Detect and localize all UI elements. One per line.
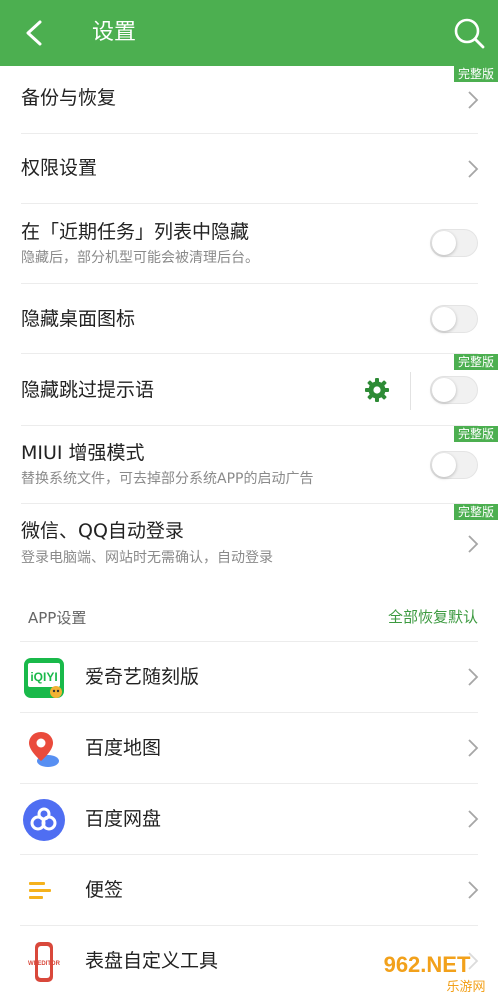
settings-item-description: 替换系统文件，可去掉部分系统APP的启动广告 <box>21 471 314 487</box>
svg-text:iQIYI: iQIYI <box>30 670 57 684</box>
hide-desktop-icon-toggle[interactable] <box>430 305 478 333</box>
app-name: 便签 <box>85 879 124 901</box>
app-name: 百度地图 <box>85 737 162 759</box>
iqiyi-icon: iQIYI <box>24 658 64 698</box>
top-app-bar: 设置 <box>0 0 498 66</box>
baidu-map-icon <box>29 732 59 767</box>
settings-item-label: 微信、QQ自动登录 <box>21 520 184 542</box>
settings-item-label: 权限设置 <box>21 157 98 179</box>
page-title: 设置 <box>92 20 137 45</box>
baidu-netdisk-icon <box>23 799 65 841</box>
hide-from-recents-toggle[interactable] <box>430 229 478 257</box>
app-item-baidu-netdisk[interactable]: 百度网盘 <box>0 784 498 855</box>
settings-item-label: 备份与恢复 <box>21 87 117 109</box>
app-item-baidu-map[interactable]: 百度地图 <box>0 713 498 784</box>
gear-icon[interactable] <box>364 377 390 403</box>
reset-all-defaults-link[interactable]: 全部恢复默认 <box>388 607 478 627</box>
svg-text:乐游网: 乐游网 <box>446 980 485 995</box>
full-version-badge: 完整版 <box>453 66 498 82</box>
app-name: 爱奇艺随刻版 <box>85 666 200 688</box>
toggle-knob <box>432 231 456 255</box>
svg-text:962.NET: 962.NET <box>384 952 471 977</box>
toggle-knob <box>432 307 456 331</box>
chevron-right-icon <box>468 160 479 178</box>
settings-item-permissions[interactable]: 权限设置 <box>0 134 498 204</box>
settings-item-miui-enhanced-mode: 完整版 MIUI 增强模式 替换系统文件，可去掉部分系统APP的启动广告 <box>0 426 498 504</box>
chevron-right-icon <box>468 535 479 553</box>
section-title: APP设置 <box>28 609 87 627</box>
app-item-iqiyi[interactable]: iQIYI 爱奇艺随刻版 <box>0 642 498 713</box>
app-name: 百度网盘 <box>85 808 162 830</box>
app-name: 表盘自定义工具 <box>85 950 219 972</box>
chevron-right-icon <box>468 881 479 899</box>
chevron-right-icon <box>468 810 479 828</box>
full-version-badge: 完整版 <box>453 354 498 370</box>
hide-skip-tip-toggle[interactable] <box>430 376 478 404</box>
vertical-separator <box>410 372 411 410</box>
search-icon[interactable] <box>450 14 488 52</box>
toggle-knob <box>432 378 456 402</box>
settings-item-label: 在「近期任务」列表中隐藏 <box>21 221 250 243</box>
settings-item-label: 隐藏桌面图标 <box>21 308 136 330</box>
miui-enhanced-mode-toggle[interactable] <box>430 451 478 479</box>
settings-item-backup-restore[interactable]: 完整版 备份与恢复 <box>0 66 498 134</box>
notes-icon <box>29 882 51 899</box>
svg-text:WFEDITOR: WFEDITOR <box>28 961 61 967</box>
settings-item-description: 登录电脑端、网站时无需确认，自动登录 <box>21 550 273 566</box>
chevron-right-icon <box>468 739 479 757</box>
site-watermark: 962.NET 乐游网 <box>360 948 494 996</box>
chevron-right-icon <box>468 91 479 109</box>
toggle-knob <box>432 453 456 477</box>
settings-item-description: 隐藏后，部分机型可能会被清理后台。 <box>21 250 259 266</box>
back-arrow-icon[interactable] <box>16 14 52 52</box>
watchface-tool-icon: WFEDITOR <box>28 942 61 982</box>
app-item-notes[interactable]: 便签 <box>0 855 498 926</box>
settings-item-hide-skip-tip: 完整版 隐藏跳过提示语 <box>0 354 498 426</box>
full-version-badge: 完整版 <box>453 426 498 442</box>
settings-item-label: 隐藏跳过提示语 <box>21 379 155 401</box>
app-settings-section-header: APP设置 全部恢复默认 <box>0 598 498 642</box>
chevron-right-icon <box>468 668 479 686</box>
settings-item-label: MIUI 增强模式 <box>21 442 145 464</box>
settings-item-auto-login[interactable]: 完整版 微信、QQ自动登录 登录电脑端、网站时无需确认，自动登录 <box>0 504 498 582</box>
full-version-badge: 完整版 <box>453 504 498 520</box>
settings-item-hide-desktop-icon: 隐藏桌面图标 <box>0 284 498 354</box>
settings-item-hide-from-recents: 在「近期任务」列表中隐藏 隐藏后，部分机型可能会被清理后台。 <box>0 204 498 284</box>
